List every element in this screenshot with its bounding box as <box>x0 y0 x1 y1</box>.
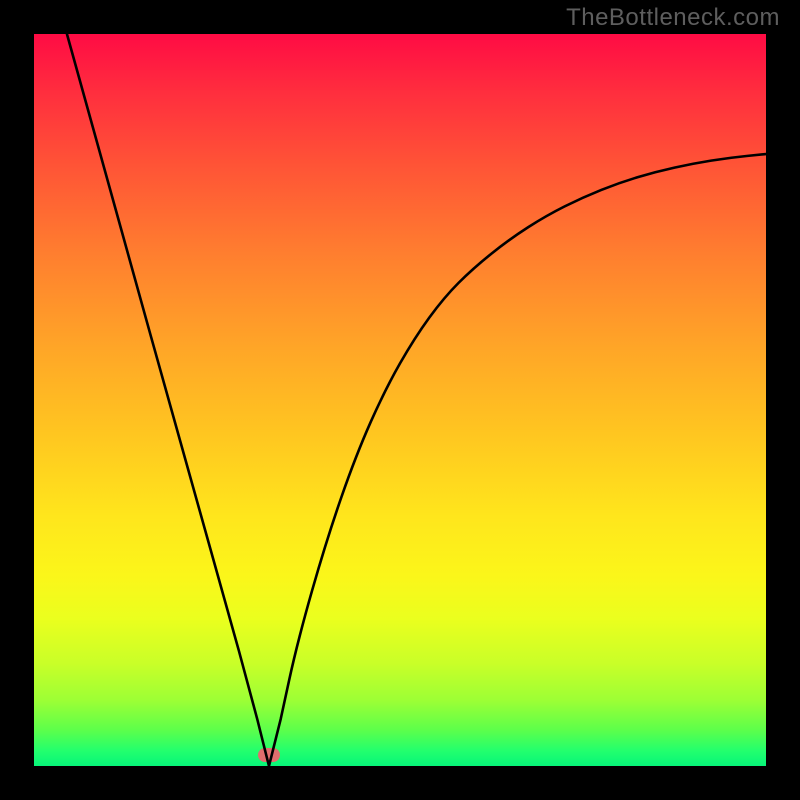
watermark-text: TheBottleneck.com <box>566 4 780 32</box>
plot-area <box>34 34 766 766</box>
bottleneck-curve <box>34 34 766 766</box>
chart-frame: TheBottleneck.com <box>0 0 800 800</box>
